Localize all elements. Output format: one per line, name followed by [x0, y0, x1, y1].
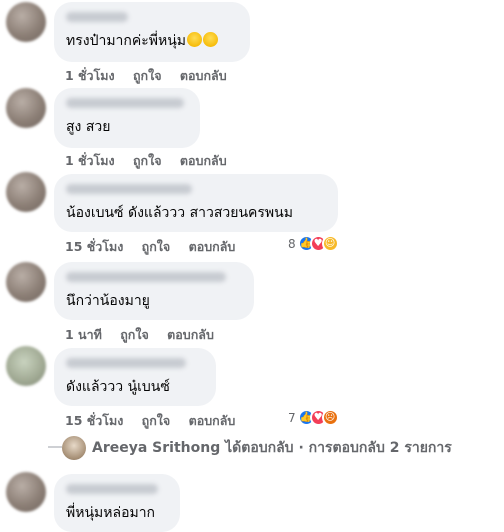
reply-button[interactable]: ตอบกลับ: [180, 68, 227, 83]
comment-bubble: นึกว่าน้องมายู: [54, 262, 254, 320]
comment-bubble: น้องเบนซ์ ดังแล้ววว สาวสวยนครพนม: [54, 174, 338, 232]
separator: ·: [298, 440, 304, 456]
comment-bubble: ทรงป๋ามากค่ะพี่หนุ่ม: [54, 2, 250, 62]
avatar[interactable]: [6, 346, 46, 386]
rofl-emoji-icon: [203, 32, 219, 47]
reply-author-name: Areeya Srithong: [92, 440, 221, 456]
like-button[interactable]: ถูกใจ: [133, 68, 162, 83]
comment-time[interactable]: 1 ชั่วโมง: [65, 68, 115, 83]
comment-time[interactable]: 1 นาที: [65, 327, 102, 342]
comment-text: นึกว่าน้องมายู: [66, 293, 150, 309]
reply-thread-line: [48, 446, 62, 448]
like-button[interactable]: ถูกใจ: [133, 153, 162, 168]
comment-actions: 15 ชั่วโมง ถูกใจ ตอบกลับ: [65, 237, 249, 257]
reply-button[interactable]: ตอบกลับ: [180, 153, 227, 168]
comment-time[interactable]: 15 ชั่วโมง: [65, 413, 123, 428]
comment-bubble: ดังแล้ววว นู๋เบนซ์: [54, 348, 216, 406]
comment-bubble: พี่หนุ่มหล่อมาก: [54, 474, 180, 532]
reaction-count: 8: [288, 236, 296, 251]
like-button[interactable]: ถูกใจ: [142, 413, 171, 428]
reply-button[interactable]: ตอบกลับ: [189, 413, 236, 428]
blurred-author-name[interactable]: [66, 484, 158, 494]
reply-button[interactable]: ตอบกลับ: [189, 239, 236, 254]
rofl-emoji-icon: [187, 32, 203, 47]
avatar[interactable]: [6, 472, 46, 512]
haha-icon: ☺: [321, 235, 339, 252]
avatar[interactable]: [6, 172, 46, 212]
avatar[interactable]: [6, 2, 46, 42]
comment-time[interactable]: 1 ชั่วโมง: [65, 153, 115, 168]
reply-action: ได้ตอบกลับ: [225, 440, 294, 456]
avatar[interactable]: [6, 88, 46, 128]
reply-button[interactable]: ตอบกลับ: [167, 327, 214, 342]
reaction-summary[interactable]: 7 👍 ♥ ☹: [288, 409, 339, 426]
comment-actions: 1 ชั่วโมง ถูกใจ ตอบกลับ: [65, 66, 241, 86]
angry-icon: ☹: [321, 409, 339, 426]
avatar: [62, 436, 86, 460]
comment-text: ทรงป๋ามากค่ะพี่หนุ่ม: [66, 33, 187, 49]
comment-bubble: สูง สวย: [54, 88, 200, 148]
comment-text: พี่หนุ่มหล่อมาก: [66, 505, 156, 521]
comment-time[interactable]: 15 ชั่วโมง: [65, 239, 123, 254]
comment-actions: 1 ชั่วโมง ถูกใจ ตอบกลับ: [65, 151, 241, 171]
like-button[interactable]: ถูกใจ: [142, 239, 171, 254]
blurred-author-name[interactable]: [66, 98, 184, 108]
comment-text: สูง สวย: [66, 119, 111, 135]
blurred-author-name[interactable]: [66, 184, 192, 194]
comment-text: น้องเบนซ์ ดังแล้ววว สาวสวยนครพนม: [66, 205, 293, 221]
blurred-author-name[interactable]: [66, 358, 186, 368]
like-button[interactable]: ถูกใจ: [120, 327, 149, 342]
blurred-author-name[interactable]: [66, 272, 226, 282]
comment-actions: 1 นาที ถูกใจ ตอบกลับ: [65, 325, 228, 345]
reply-count: การตอบกลับ 2 รายการ: [308, 440, 452, 456]
view-replies-link[interactable]: Areeya Srithong ได้ตอบกลับ · การตอบกลับ …: [62, 436, 452, 460]
avatar[interactable]: [6, 262, 46, 302]
blurred-author-name[interactable]: [66, 12, 128, 22]
comment-text: ดังแล้ววว นู๋เบนซ์: [66, 379, 170, 395]
comment-actions: 15 ชั่วโมง ถูกใจ ตอบกลับ: [65, 411, 249, 431]
reaction-count: 7: [288, 410, 296, 425]
reaction-summary[interactable]: 8 👍 ♥ ☺: [288, 235, 339, 252]
